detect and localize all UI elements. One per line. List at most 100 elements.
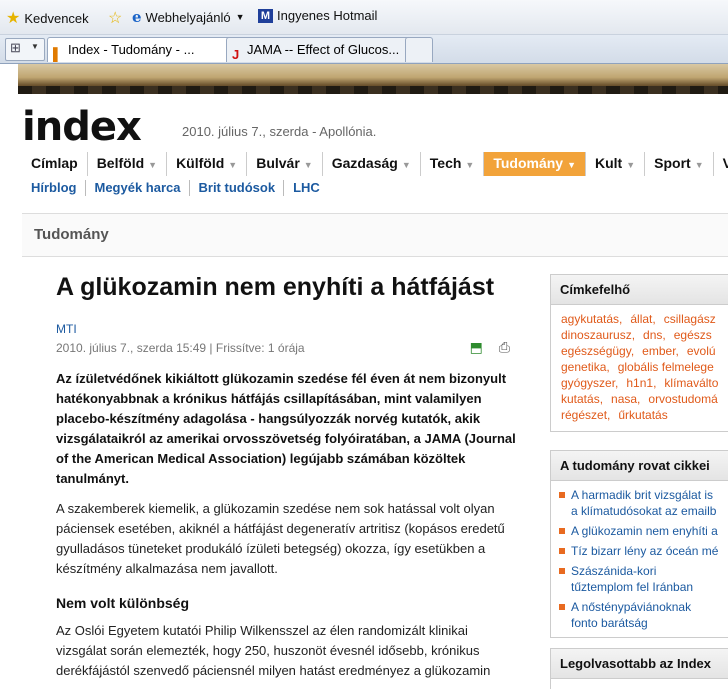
tab-index[interactable]: ▌ Index - Tudomány - ... ✕ (47, 37, 245, 62)
tag-link[interactable]: űrkutatás (618, 408, 667, 422)
nav-item-kult[interactable]: Kult ▼ (586, 152, 646, 176)
list-item[interactable]: Szászánida-kori tűztemplom fel Iránban (559, 563, 721, 595)
tag-link[interactable]: gyógyszer, (561, 376, 618, 390)
tab-label: JAMA -- Effect of Glucos... (247, 42, 400, 57)
print-icon[interactable]: ⎙ (499, 339, 510, 355)
nav-item-belfold[interactable]: Belföld ▼ (88, 152, 168, 176)
tag-link[interactable]: egészs (674, 328, 712, 342)
article-paragraph: Az Oslói Egyetem kutatói Philip Wilkenss… (56, 623, 491, 678)
favorites-bar: ★ Kedvencek ☆ e Webhelyajánló ▼ M Ingyen… (0, 0, 728, 35)
tag-link[interactable]: dinoszaurusz, (561, 328, 635, 342)
fav-link-webhelyajanlo[interactable]: e Webhelyajánló ▼ (132, 8, 245, 26)
nav-item-kulfold[interactable]: Külföld ▼ (167, 152, 248, 176)
quick-tabs-button[interactable]: ⊞ ▼ (5, 38, 45, 61)
nav-item-cimlap[interactable]: Címlap (22, 152, 88, 176)
tag-cloud-title: Címkefelhő (551, 275, 728, 305)
site-logo[interactable]: index (22, 104, 142, 150)
article-author[interactable]: MTI (56, 322, 518, 336)
nav-label: Külföld (176, 155, 225, 171)
most-read-title: Legolvasottabb az Index (551, 649, 728, 679)
article-tools: ⬒ ⎙ (470, 339, 510, 356)
msn-icon: M (258, 8, 273, 23)
add-favorite-icon: ☆ (108, 10, 123, 27)
subnav-item-brit-tudosok[interactable]: Brit tudósok (190, 180, 285, 196)
nav-item-gazdasag[interactable]: Gazdaság ▼ (323, 152, 421, 176)
index-favicon-icon: ▌ (53, 47, 63, 62)
subnav-item-megyek-harca[interactable]: Megyék harca (86, 180, 190, 196)
tag-link[interactable]: egészségügy, (561, 344, 634, 358)
nav-label: Sport (654, 155, 691, 171)
nav-item-tech[interactable]: Tech ▼ (421, 152, 485, 176)
favorites-button[interactable]: ★ Kedvencek (6, 8, 89, 28)
tag-link[interactable]: kutatás, (561, 392, 603, 406)
section-articles-title: A tudomány rovat cikkei (551, 451, 728, 481)
share-icon[interactable]: ⬒ (470, 339, 483, 355)
article-lead: Az ízületvédőnek kikiáltott glükozamin s… (56, 371, 516, 486)
nav-label: Bulvár (256, 155, 300, 171)
new-tab-button[interactable] (405, 37, 433, 62)
subnav-item-hirblog[interactable]: Hírblog (22, 180, 86, 196)
tag-link[interactable]: dns, (643, 328, 666, 342)
chevron-down-icon: ▼ (694, 160, 704, 170)
chevron-down-icon: ▼ (228, 160, 238, 170)
tag-link[interactable]: régészet, (561, 408, 610, 422)
nav-label: Címlap (31, 155, 78, 171)
nav-label: Belföld (96, 155, 145, 171)
section-header (22, 213, 728, 257)
tab-jama[interactable]: J JAMA -- Effect of Glucos... (226, 37, 424, 62)
article-title: A glükozamin nem enyhíti a hátfájást (56, 273, 495, 301)
section-articles-box: A tudomány rovat cikkei A harmadik brit … (550, 450, 728, 638)
chevron-down-icon: ▼ (31, 42, 39, 51)
tag-link[interactable]: állat, (630, 312, 655, 326)
header-banner (18, 64, 728, 94)
article-meta: 2010. július 7., szerda 15:49 | Frissítv… (56, 339, 518, 356)
fav-link-label: Ingyenes Hotmail (277, 8, 378, 23)
tag-link[interactable]: agykutatás, (561, 312, 622, 326)
list-item[interactable]: A harmadik brit vizsgálat is a klímatudó… (559, 487, 721, 519)
most-read-box: Legolvasottabb az Index (550, 648, 728, 689)
tab-label: Index - Tudomány - ... (68, 42, 195, 57)
nav-label: Ve (722, 155, 728, 171)
chevron-down-icon: ▼ (303, 160, 313, 170)
favorites-label: Kedvencek (24, 10, 89, 26)
tag-link[interactable]: csillagász (664, 312, 716, 326)
tag-link[interactable]: genetika, (561, 360, 610, 374)
nav-item-sport[interactable]: Sport ▼ (645, 152, 714, 176)
nav-item-tudomany[interactable]: Tudomány ▼ (484, 152, 586, 176)
tag-link[interactable]: orvostudomá (648, 392, 717, 406)
article: A glükozamin nem enyhíti a hátfájást MTI… (56, 272, 518, 681)
article-paragraph: A szakemberek kiemelik, a glükozamin sze… (56, 501, 505, 576)
ie-icon: e (132, 8, 142, 26)
chevron-down-icon: ▼ (567, 160, 576, 170)
nav-item-bulvar[interactable]: Bulvár ▼ (247, 152, 323, 176)
sub-nav: Hírblog Megyék harca Brit tudósok LHC (22, 180, 328, 196)
tag-cloud: agykutatás, állat, csillagász dinoszaurusz… (551, 305, 728, 429)
nav-label: Gazdaság (331, 155, 398, 171)
chevron-down-icon: ▼ (235, 12, 245, 22)
date-line: 2010. július 7., szerda - Apollónia. (182, 124, 377, 139)
tag-link[interactable]: h1n1, (626, 376, 656, 390)
list-item[interactable]: Tíz bizarr lény az óceán mé (559, 543, 721, 559)
star-icon: ★ (6, 10, 21, 27)
page-left-margin (0, 64, 18, 688)
tag-link[interactable]: nasa, (611, 392, 640, 406)
grid-icon: ⊞ (10, 40, 21, 55)
fav-link-hotmail[interactable]: M Ingyenes Hotmail (258, 8, 377, 23)
tag-link[interactable]: globális felmelege (618, 360, 714, 374)
list-item[interactable]: A nősténypáviánoknak fonto barátság (559, 599, 721, 631)
chevron-down-icon: ▼ (148, 160, 158, 170)
nav-item-ve[interactable]: Ve (714, 152, 728, 176)
tag-link[interactable]: klímaválto (664, 376, 718, 390)
add-favorite-button[interactable]: ☆ (108, 8, 126, 28)
chevron-down-icon: ▼ (401, 160, 411, 170)
list-item[interactable]: A glükozamin nem enyhíti a (559, 523, 721, 539)
main-nav: Címlap Belföld ▼ Külföld ▼ Bulvár ▼ Gazdasá… (22, 152, 728, 176)
jama-favicon-icon: J (232, 47, 240, 62)
subnav-item-lhc[interactable]: LHC (284, 180, 328, 196)
section-title[interactable]: Tudomány (34, 226, 109, 243)
tag-link[interactable]: evolú (687, 344, 716, 358)
article-subheading: Nem volt különbség (56, 595, 190, 611)
nav-label: Kult (595, 155, 623, 171)
tag-link[interactable]: ember, (642, 344, 679, 358)
fav-link-label: Webhelyajánló (145, 9, 231, 25)
